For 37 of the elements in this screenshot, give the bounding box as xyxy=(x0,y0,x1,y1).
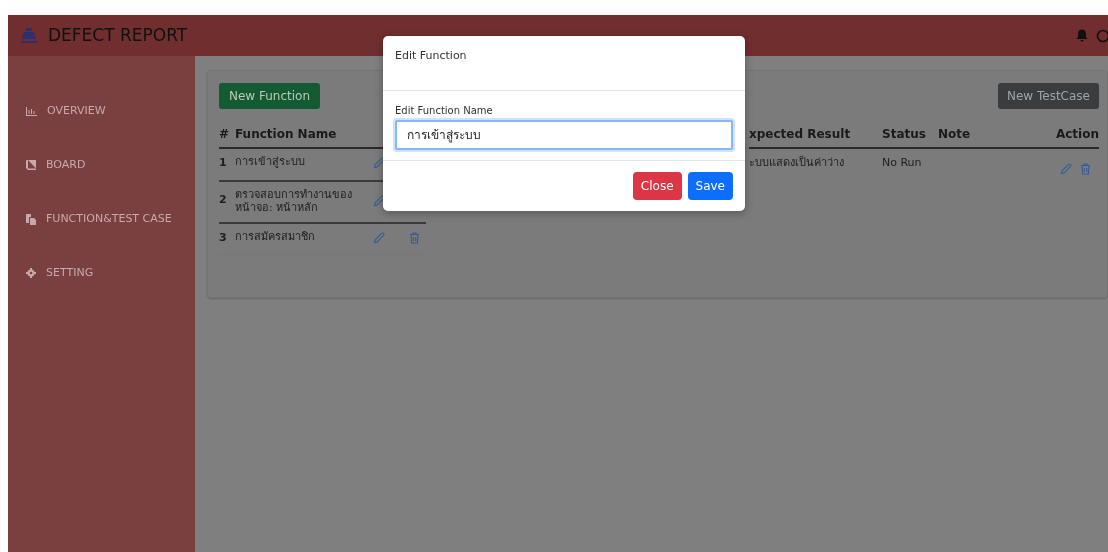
book-icon xyxy=(26,160,36,170)
row-number: 2 xyxy=(219,192,228,209)
close-button[interactable]: Close xyxy=(632,171,682,200)
new-testcase-button[interactable]: New TestCase xyxy=(998,83,1099,109)
dialog-title: Edit Function xyxy=(395,49,467,62)
column-header: xpected Result xyxy=(749,126,852,143)
expected-result: ะบบแสดงเป็นค่าว่าง xyxy=(749,155,845,171)
trash-icon[interactable] xyxy=(409,232,420,245)
column-header: Note xyxy=(938,126,972,143)
function-name-input[interactable]: การเข้าสู่ระบบ xyxy=(395,119,733,150)
sidebar-item[interactable]: FUNCTION&TEST CASE xyxy=(8,192,195,246)
sidebar-item[interactable]: SETTING xyxy=(8,246,195,300)
column-header: Function Name xyxy=(235,126,337,143)
status-text: No Run xyxy=(882,155,923,171)
sidebar-item[interactable]: BOARD xyxy=(8,138,195,192)
new-function-button[interactable]: New Function xyxy=(219,83,321,109)
column-header: Status xyxy=(882,126,927,143)
function-name: การเข้าสู่ระบบ xyxy=(235,155,306,169)
pencil-icon[interactable] xyxy=(373,194,385,207)
field-label: Edit Function Name xyxy=(395,103,494,118)
row-number: 3 xyxy=(219,229,228,246)
function-name: การสมัครสมาชิก xyxy=(235,229,316,244)
documents-icon xyxy=(26,213,36,225)
app-title: DEFECT REPORT xyxy=(48,23,188,47)
column-header: # xyxy=(219,126,231,143)
column-header: Action xyxy=(1055,126,1099,143)
row-number: 1 xyxy=(219,155,228,171)
gear-icon xyxy=(26,268,36,278)
bell-icon[interactable] xyxy=(1076,29,1088,42)
trash-icon[interactable] xyxy=(1080,163,1091,175)
pencil-icon[interactable] xyxy=(373,157,385,170)
save-button[interactable]: Save xyxy=(687,171,733,200)
sidebar-item[interactable]: OVERVIEW xyxy=(8,84,195,138)
bar-chart-icon xyxy=(26,106,37,116)
function-name: ตรวจสอบการทำงานของหน้าจอ: หน้าหลัก xyxy=(235,187,353,214)
avatar-icon[interactable] xyxy=(1096,28,1108,43)
logo-icon xyxy=(20,25,38,46)
